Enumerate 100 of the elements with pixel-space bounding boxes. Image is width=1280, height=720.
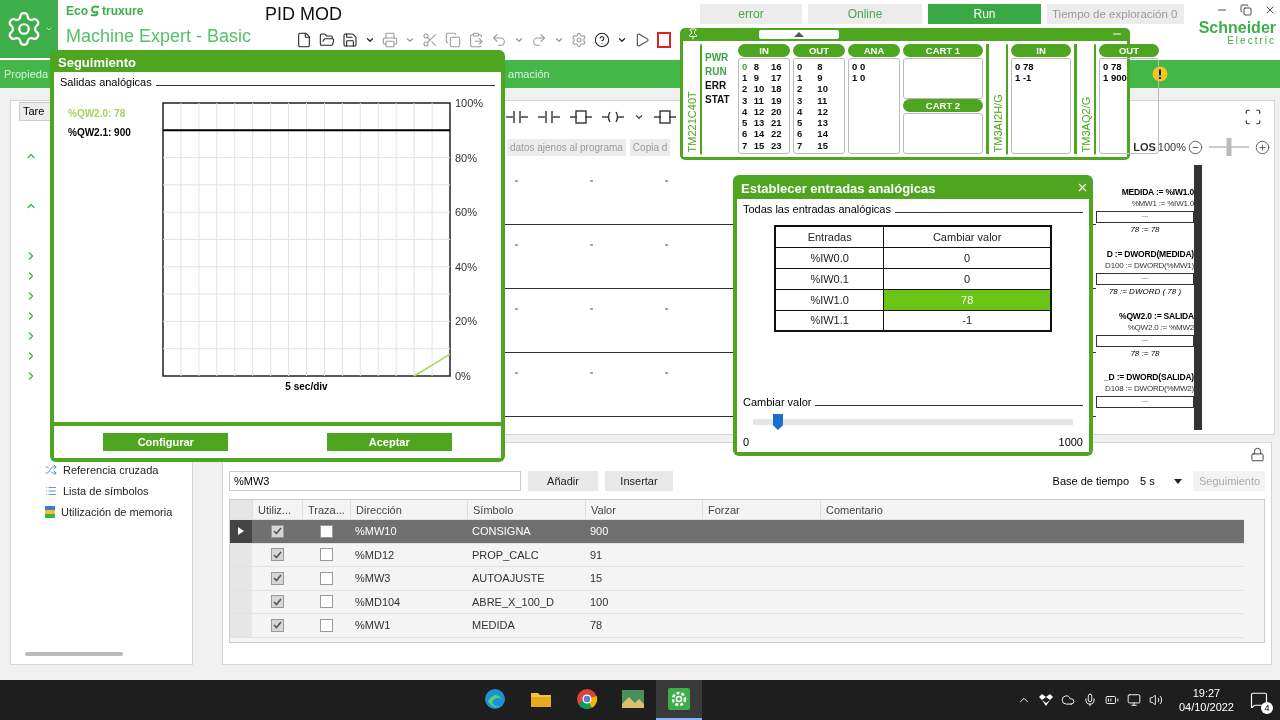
browser-icon[interactable]	[576, 688, 598, 710]
table-cell[interactable]: %IW1.0	[775, 289, 884, 310]
battery-icon[interactable]	[1104, 693, 1119, 707]
scrollbar[interactable]	[25, 652, 123, 656]
zoom-out-icon[interactable]	[1188, 139, 1203, 155]
time-base-select[interactable]: 5 s	[1136, 471, 1186, 491]
box-icon[interactable]	[1038, 694, 1053, 706]
stop-icon[interactable]	[657, 32, 671, 48]
open-folder-icon[interactable]	[319, 32, 335, 48]
brand-text: truxure	[102, 4, 144, 18]
row-header-cell[interactable]	[230, 567, 252, 590]
checkbox[interactable]	[270, 571, 284, 585]
fit-to-screen-icon[interactable]	[1244, 108, 1262, 126]
column-header[interactable]: Traza...	[302, 500, 350, 519]
column-header[interactable]: Utiliz...	[252, 500, 302, 519]
help-icon[interactable]	[594, 32, 610, 48]
column-header[interactable]: Dirección	[350, 500, 467, 519]
play-icon[interactable]	[634, 32, 650, 48]
row-header-cell[interactable]	[230, 543, 252, 566]
save-icon[interactable]	[342, 32, 358, 48]
expression-text: %QW2.0 := %MW2	[1126, 322, 1194, 332]
checkbox[interactable]	[270, 618, 284, 632]
operation-block[interactable]: ...	[1096, 211, 1194, 223]
volume-icon[interactable]	[1148, 693, 1163, 707]
column-header[interactable]: Valor	[585, 500, 702, 519]
warning-icon[interactable]	[1152, 66, 1168, 82]
table-row[interactable]: %MD104 ABRE_X_100_D 100	[230, 590, 1244, 614]
notifications-icon[interactable]	[1250, 691, 1268, 709]
folder-icon[interactable]	[530, 690, 552, 708]
checkbox[interactable]	[270, 548, 284, 562]
coil-icon[interactable]	[602, 110, 624, 124]
paste-icon[interactable]	[468, 32, 484, 48]
zoom-in-icon[interactable]	[1255, 139, 1270, 155]
microphone-icon[interactable]	[1082, 693, 1097, 707]
cloud-icon[interactable]	[1060, 693, 1075, 707]
axis-tick-label: 40%	[455, 260, 478, 273]
checkbox[interactable]	[270, 595, 284, 609]
row-header-cell[interactable]	[230, 590, 252, 613]
clock[interactable]: 19:27 04/10/2022	[1178, 686, 1234, 714]
table-cell[interactable]: %IW0.1	[775, 268, 884, 289]
new-file-icon[interactable]	[296, 32, 312, 48]
operation-block[interactable]: ...	[1096, 396, 1194, 409]
checkbox[interactable]	[319, 618, 333, 632]
settings-icon[interactable]	[571, 32, 587, 48]
restore-icon[interactable]	[1240, 4, 1252, 16]
row-header-cell[interactable]	[230, 614, 252, 637]
table-row[interactable]: %MW1 MEDIDA 78	[230, 614, 1244, 638]
cut-icon[interactable]	[422, 32, 438, 48]
nav-item[interactable]: Utilización de memoria	[11, 501, 192, 522]
checkbox[interactable]	[319, 571, 333, 585]
checkbox[interactable]	[270, 524, 284, 538]
table-row[interactable]: %MW3 AUTOAJUSTE 15	[230, 567, 1244, 591]
table-cell[interactable]: %IW0.0	[775, 247, 884, 268]
caret-icon	[365, 35, 375, 45]
scrollbar[interactable]	[1194, 165, 1202, 430]
nav-item[interactable]: Lista de símbolos	[11, 480, 192, 501]
browser-icon[interactable]	[484, 688, 506, 710]
slider-thumb[interactable]	[1226, 138, 1232, 156]
checkbox[interactable]	[319, 524, 333, 538]
function-block-icon[interactable]	[570, 110, 592, 124]
status-led-label: STAT	[705, 93, 731, 107]
nav-item[interactable]: Referencia cruzada	[11, 459, 192, 480]
table-row[interactable]: %MD12 PROP_CALC 91	[230, 543, 1244, 567]
operation-block[interactable]: ...	[1096, 334, 1194, 347]
column-header: Cambiar valor	[883, 226, 1051, 247]
operation-block[interactable]: ...	[1096, 272, 1194, 285]
table-cell[interactable]: %IW1.1	[775, 310, 884, 331]
table-cell-text: %MW10	[354, 524, 398, 540]
contact-icon[interactable]	[538, 110, 560, 124]
image-icon[interactable]	[621, 689, 645, 709]
taskbar-button[interactable]	[656, 680, 702, 720]
row-header-cell[interactable]	[230, 520, 252, 543]
checkbox[interactable]	[319, 595, 333, 609]
contact-icon[interactable]	[506, 110, 528, 124]
checkbox[interactable]	[319, 548, 333, 562]
pin-icon[interactable]	[687, 28, 699, 41]
table-cell-text: ABRE_X_100_D	[471, 594, 555, 610]
lock-icon[interactable]	[1250, 447, 1265, 462]
close-icon[interactable]	[1264, 4, 1276, 16]
function-block-icon[interactable]	[654, 110, 676, 124]
group-header: OUT	[1099, 43, 1159, 57]
slider-thumb[interactable]	[772, 414, 783, 430]
column-header[interactable]: Símbolo	[467, 500, 585, 519]
table-button[interactable]: Añadir	[528, 471, 598, 491]
table-row[interactable]: %MW10 CONSIGNA 900	[230, 520, 1244, 544]
copy-icon[interactable]	[445, 32, 461, 48]
caret-icon	[634, 112, 644, 122]
column-header[interactable]: Comentario	[820, 500, 1244, 519]
panel-tab[interactable]: Tare	[19, 102, 51, 121]
io-bit: 10	[753, 83, 766, 95]
io-bit: 5	[742, 117, 749, 129]
network-icon[interactable]	[1126, 693, 1141, 707]
collapse-handle[interactable]	[759, 29, 839, 39]
table-cell-text: %MW1	[354, 618, 392, 634]
group-header: IN	[1011, 43, 1071, 57]
column-header[interactable]: Forzar	[702, 500, 820, 519]
app-logo[interactable]	[0, 0, 58, 58]
address-input[interactable]: %MW3	[229, 471, 521, 491]
table-button[interactable]: Insertar	[605, 471, 673, 491]
io-bit: 17	[770, 71, 783, 84]
